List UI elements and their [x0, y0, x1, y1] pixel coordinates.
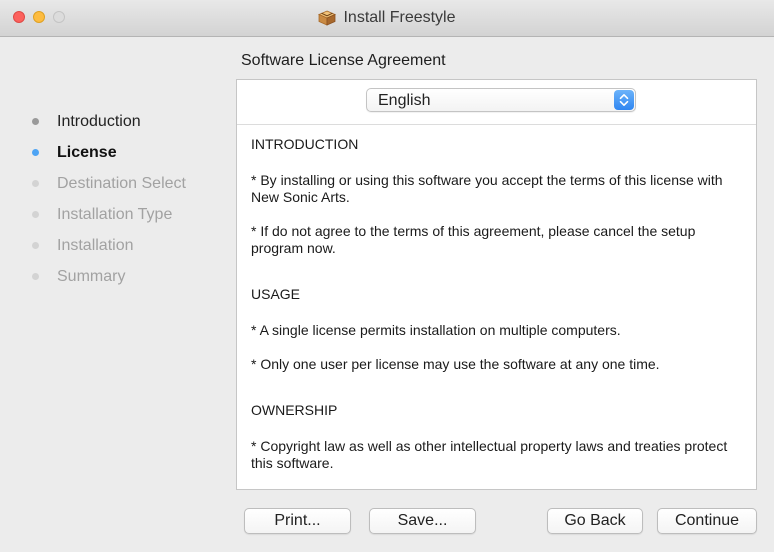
step-label: License	[57, 143, 117, 161]
step-license: License	[32, 137, 186, 168]
step-indicator-dot	[32, 180, 39, 187]
installer-steps: Introduction License Destination Select …	[32, 106, 186, 292]
window-title: Install Freestyle	[343, 9, 456, 26]
step-introduction: Introduction	[32, 106, 186, 137]
step-indicator-dot	[32, 149, 39, 156]
step-summary: Summary	[32, 261, 186, 292]
language-select[interactable]: English	[366, 88, 636, 112]
step-label: Introduction	[57, 112, 141, 130]
license-paragraph: * A single license permits installation …	[251, 322, 621, 338]
license-heading-introduction: INTRODUCTION	[251, 136, 359, 152]
go-back-button[interactable]: Go Back	[547, 508, 643, 534]
installer-window: Install Freestyle Introduction License D…	[0, 0, 774, 552]
package-icon	[318, 10, 337, 26]
license-paragraph: * By installing or using this software y…	[251, 172, 723, 205]
step-indicator-dot	[32, 273, 39, 280]
license-heading-usage: USAGE	[251, 286, 301, 302]
language-select-value: English	[378, 92, 431, 109]
license-paragraph: * If do not agree to the terms of this a…	[251, 223, 696, 256]
continue-button[interactable]: Continue	[657, 508, 757, 534]
step-label: Summary	[57, 267, 126, 285]
section-title: Software License Agreement	[241, 52, 446, 69]
step-destination-select: Destination Select	[32, 168, 186, 199]
step-label: Installation	[57, 236, 134, 254]
step-indicator-dot	[32, 242, 39, 249]
step-installation: Installation	[32, 230, 186, 261]
license-text-area[interactable]: INTRODUCTION * By installing or using th…	[237, 125, 756, 472]
language-row: English	[237, 80, 756, 125]
step-label: Destination Select	[57, 174, 186, 192]
license-heading-ownership: OWNERSHIP	[251, 402, 338, 418]
license-paragraph: * Only one user per license may use the …	[251, 356, 660, 372]
title-bar: Install Freestyle	[0, 0, 774, 37]
step-indicator-dot	[32, 211, 39, 218]
step-label: Installation Type	[57, 205, 173, 223]
step-installation-type: Installation Type	[32, 199, 186, 230]
step-indicator-dot	[32, 118, 39, 125]
print-button[interactable]: Print...	[244, 508, 351, 534]
license-panel: English INTRODUCTION * By installing or …	[236, 79, 757, 490]
save-button[interactable]: Save...	[369, 508, 476, 534]
license-paragraph: * Copyright law as well as other intelle…	[251, 438, 728, 471]
select-stepper-icon	[614, 90, 634, 110]
window-title-group: Install Freestyle	[0, 0, 774, 36]
